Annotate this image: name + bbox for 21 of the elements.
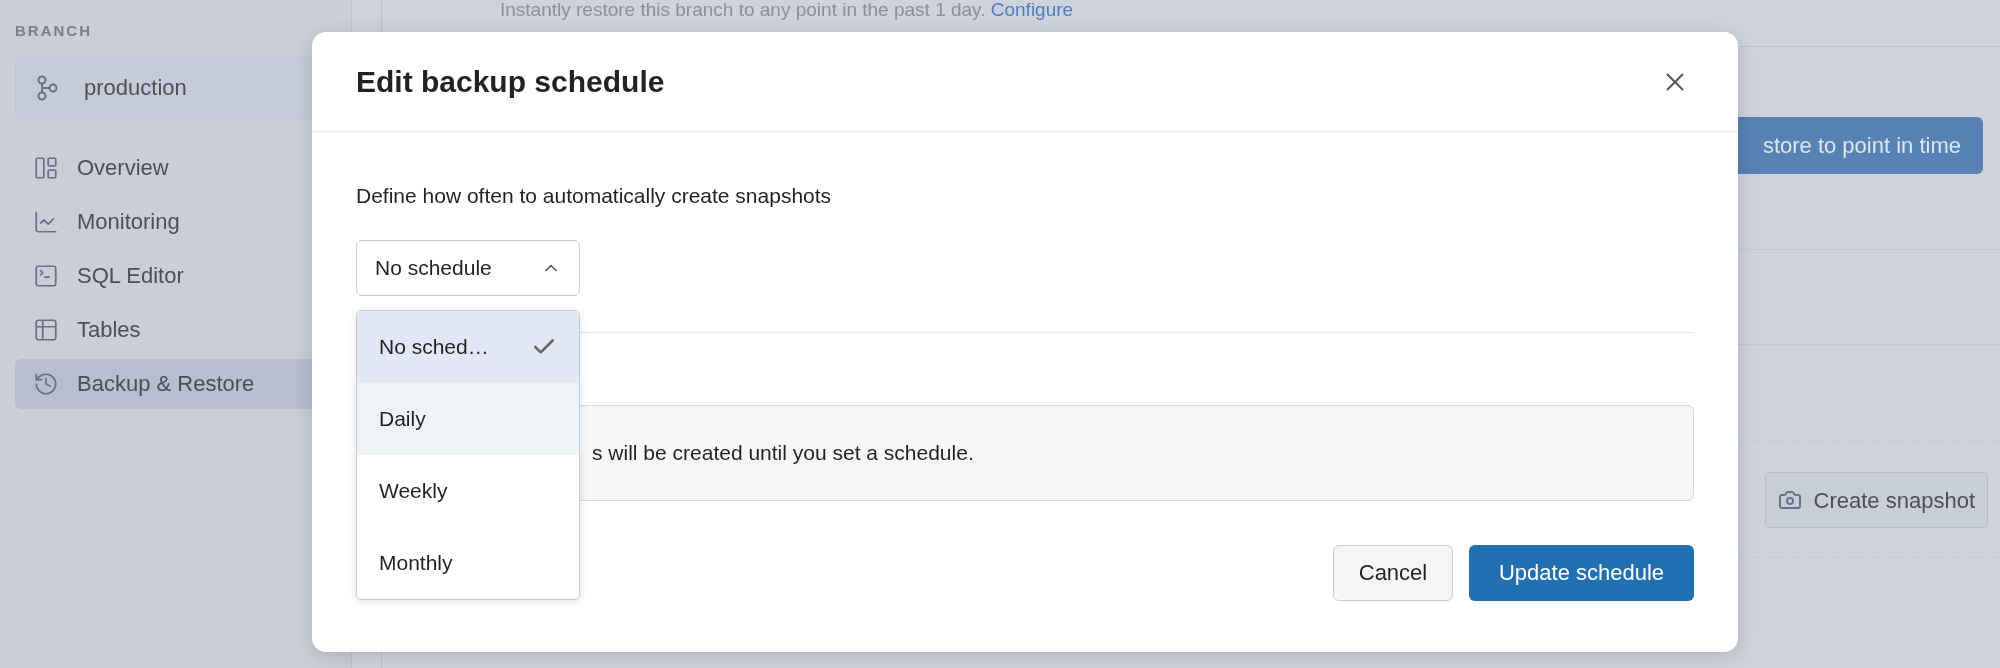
nav-icon [33,262,59,289]
dropdown-option[interactable]: Monthly [357,527,579,599]
nav-icon [33,316,59,343]
nav-icon [33,208,59,235]
branch-icon [36,74,58,101]
cancel-button[interactable]: Cancel [1333,544,1453,601]
section-label: BRANCH [15,21,93,41]
pitr-description: Instantly restore this branch to any point in the past 1 day. Configure [500,0,1074,20]
nav-icon [33,370,59,397]
dropdown-option[interactable]: Weekly [357,455,579,527]
info-text: s will be created until you set a schedule. [592,439,974,466]
configure-link[interactable]: Configure [990,0,1074,20]
modal-title: Edit backup schedule [356,64,665,100]
dropdown-option[interactable]: No sched… [357,311,579,383]
schedule-select[interactable]: No schedule [356,239,580,296]
create-snapshot-button[interactable]: Create snapshot [1764,472,1988,528]
nav-icon [33,154,59,181]
modal-description: Define how often to automatically create snapshots [356,183,833,209]
camera-icon [1777,488,1802,512]
update-schedule-button[interactable]: Update schedule [1469,544,1694,601]
dropdown-option[interactable]: Daily [357,383,579,455]
